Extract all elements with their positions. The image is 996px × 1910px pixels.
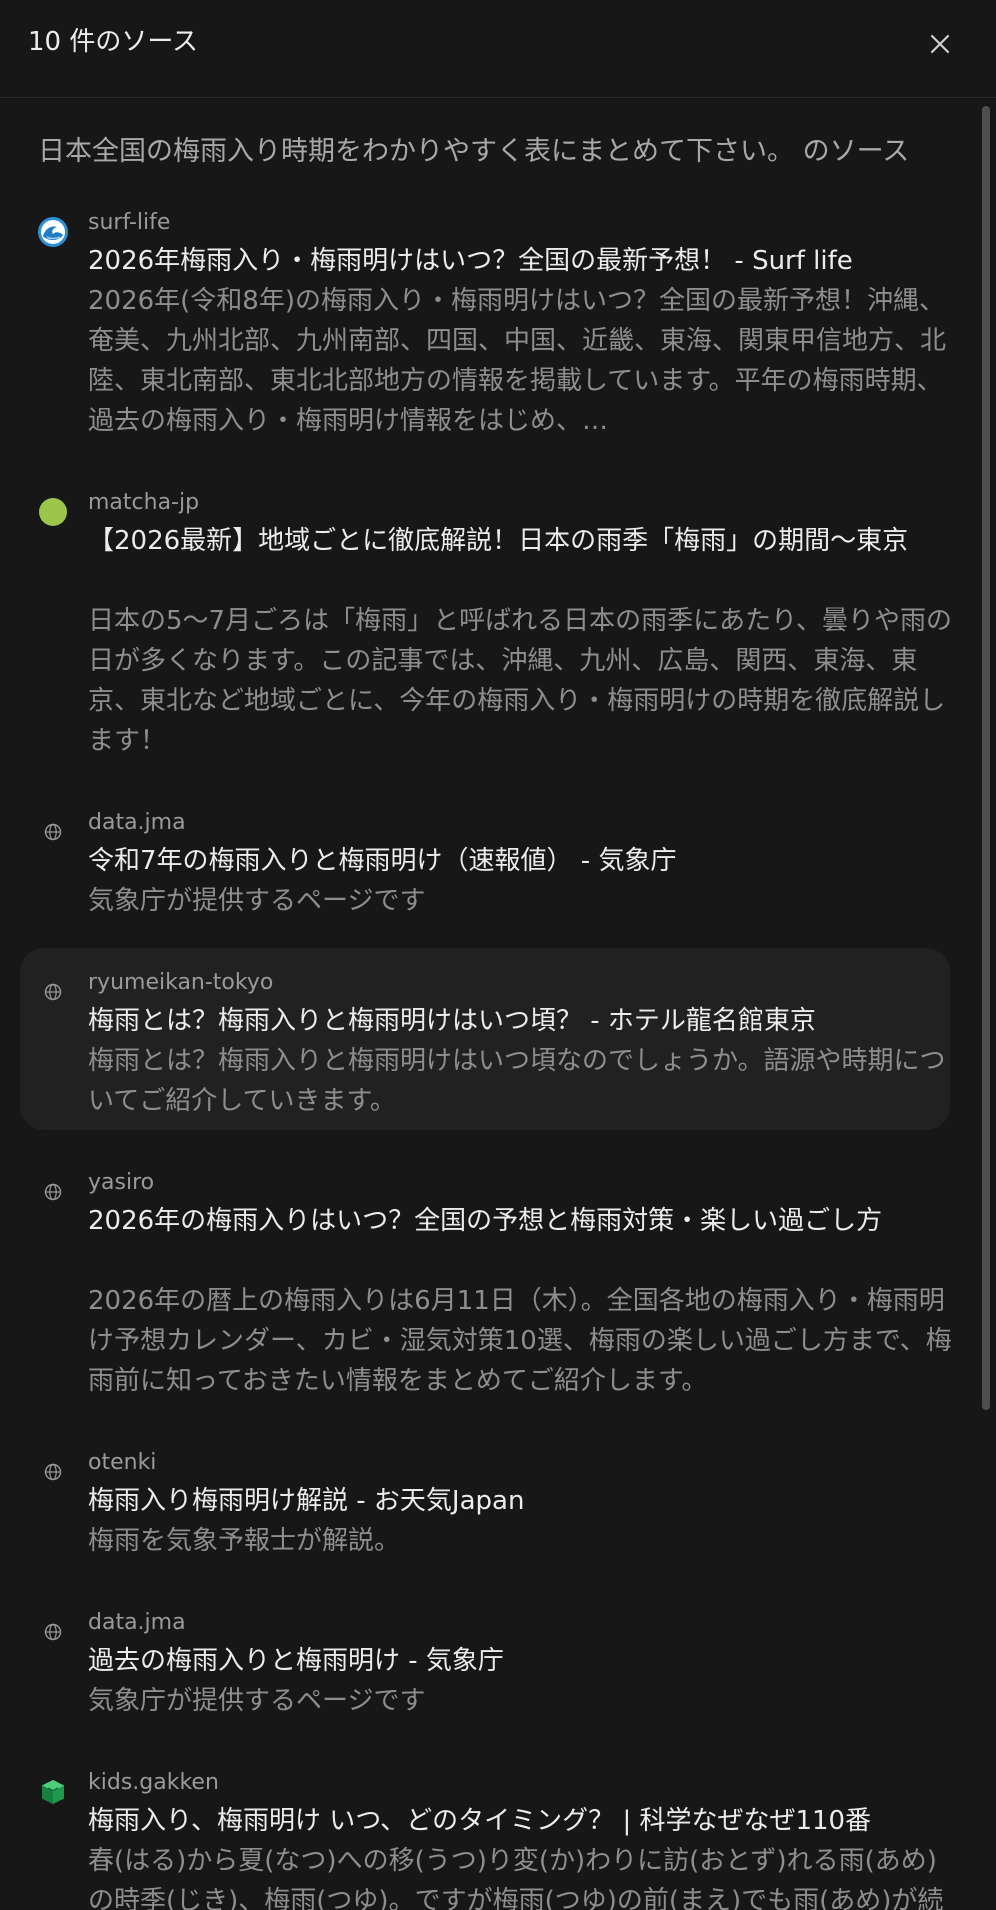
source-snippet: 気象庁が提供するページです: [88, 886, 426, 916]
source-title[interactable]: 令和7年の梅雨入りと梅雨明け（速報値） - 気象庁: [88, 841, 958, 881]
source-item[interactable]: otenki 梅雨入り梅雨明け解説 - お天気Japan 梅雨を気象予報士が解説…: [20, 1445, 950, 1565]
source-snippet: 梅雨を気象予報士が解説。: [88, 1526, 401, 1556]
source-site: data.jma: [88, 1610, 186, 1635]
source-item[interactable]: ryumeikan-tokyo 梅雨とは？梅雨入りと梅雨明けはいつ頃？ - ホテ…: [20, 948, 950, 1130]
source-snippet: 梅雨とは？梅雨入りと梅雨明けはいつ頃なのでしょうか。語源や時期についてご紹介して…: [88, 1046, 946, 1116]
source-site: surf-life: [88, 210, 171, 235]
query-heading: 日本全国の梅雨入り時期をわかりやすく表にまとめて下さい。 のソース: [38, 136, 910, 167]
globe-icon: [38, 817, 68, 847]
wave-logo-icon: [38, 217, 68, 247]
green-cube-logo-icon: [38, 1777, 68, 1807]
source-site: data.jma: [88, 810, 186, 835]
source-snippet: 春(はる)から夏(なつ)への移(うつ)り変(か)わりに訪(おとず)れる雨(あめ)…: [88, 1846, 944, 1910]
globe-icon: [38, 1177, 68, 1207]
source-snippet: 2026年の暦上の梅雨入りは6月11日（木）。全国各地の梅雨入り・梅雨明け予想カ…: [88, 1286, 952, 1396]
source-site: matcha-jp: [88, 490, 200, 515]
source-title[interactable]: 2026年の梅雨入りはいつ？全国の予想と梅雨対策・楽しい過ごし方: [88, 1201, 958, 1241]
sources-panel: 10 件のソース 日本全国の梅雨入り時期をわかりやすく表にまとめて下さい。 のソ…: [0, 0, 996, 1910]
globe-icon: [38, 977, 68, 1007]
close-button[interactable]: [920, 24, 960, 64]
source-title[interactable]: 過去の梅雨入りと梅雨明け - 気象庁: [88, 1641, 958, 1681]
source-site: otenki: [88, 1450, 157, 1475]
scrollbar-thumb[interactable]: [982, 106, 990, 1410]
source-site: ryumeikan-tokyo: [88, 970, 274, 995]
source-snippet: 日本の5〜7月ごろは「梅雨」と呼ばれる日本の雨季にあたり、曇りや雨の日が多くなり…: [88, 606, 953, 756]
source-item[interactable]: surf-life 2026年梅雨入り・梅雨明けはいつ？全国の最新予想！ - S…: [20, 205, 950, 437]
close-icon: [930, 34, 950, 54]
source-item[interactable]: kids.gakken 梅雨入り、梅雨明け いつ、どのタイミング？ | 科学なぜ…: [20, 1765, 950, 1910]
source-site: yasiro: [88, 1170, 155, 1195]
source-title[interactable]: 梅雨入り、梅雨明け いつ、どのタイミング？ | 科学なぜなぜ110番: [88, 1801, 958, 1841]
source-site: kids.gakken: [88, 1770, 219, 1795]
source-title[interactable]: 【2026最新】地域ごとに徹底解説！日本の雨季「梅雨」の期間〜東京: [88, 521, 958, 561]
source-snippet: 気象庁が提供するページです: [88, 1686, 426, 1716]
panel-title: 10 件のソース: [28, 27, 199, 57]
globe-icon: [38, 1617, 68, 1647]
source-snippet: 2026年(令和8年)の梅雨入り・梅雨明けはいつ？全国の最新予想！沖縄、奄美、九…: [88, 286, 947, 436]
source-title[interactable]: 梅雨入り梅雨明け解説 - お天気Japan: [88, 1481, 958, 1521]
scrollbar[interactable]: [981, 104, 991, 1910]
source-item[interactable]: data.jma 令和7年の梅雨入りと梅雨明け（速報値） - 気象庁 気象庁が提…: [20, 805, 950, 925]
panel-header: 10 件のソース: [0, 0, 996, 98]
source-title[interactable]: 梅雨とは？梅雨入りと梅雨明けはいつ頃？ - ホテル龍名館東京: [88, 1001, 958, 1041]
source-title[interactable]: 2026年梅雨入り・梅雨明けはいつ？全国の最新予想！ - Surf life: [88, 241, 958, 281]
source-item[interactable]: matcha-jp 【2026最新】地域ごとに徹底解説！日本の雨季「梅雨」の期間…: [20, 485, 952, 757]
green-circle-logo-icon: [38, 497, 68, 527]
sources-list[interactable]: 日本全国の梅雨入り時期をわかりやすく表にまとめて下さい。 のソース surf-l…: [0, 99, 976, 1910]
globe-icon: [38, 1457, 68, 1487]
source-item[interactable]: yasiro 2026年の梅雨入りはいつ？全国の予想と梅雨対策・楽しい過ごし方 …: [20, 1165, 952, 1405]
source-item[interactable]: data.jma 過去の梅雨入りと梅雨明け - 気象庁 気象庁が提供するページで…: [20, 1605, 950, 1725]
